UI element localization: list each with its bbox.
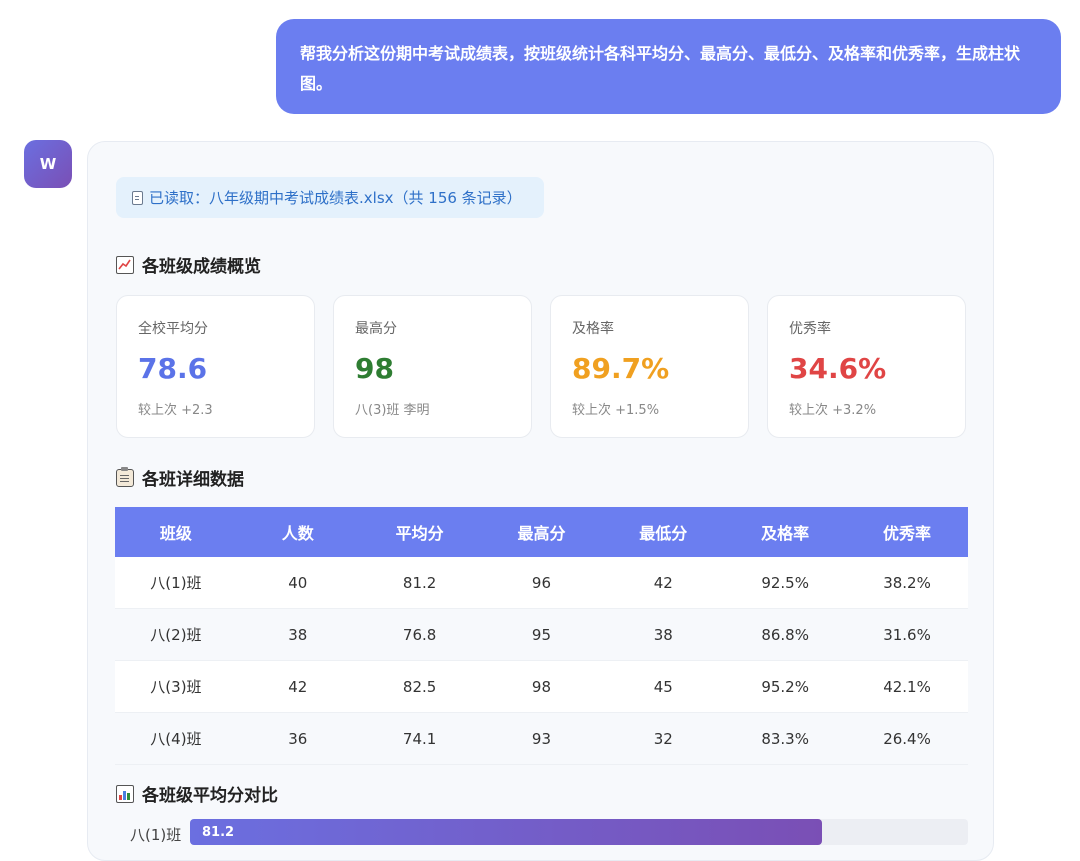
table-cell: 36 — [236, 712, 359, 765]
stat-value: 34.6% — [789, 352, 887, 385]
table-cell: 38 — [602, 608, 725, 661]
bar-category-label: 八(1)班 — [130, 826, 182, 844]
table-cell: 83.3% — [724, 712, 847, 765]
class-detail-table: 班级 人数 平均分 最高分 最低分 及格率 优秀率 八(1)班 40 81.2 … — [115, 507, 968, 765]
document-icon — [132, 190, 143, 205]
table-cell: 40 — [236, 557, 359, 609]
bar-track: 81.2 — [190, 819, 968, 845]
table-cell: 八(4)班 — [115, 712, 237, 765]
detail-title-text: 各班详细数据 — [142, 470, 244, 490]
table-row: 八(1)班 40 81.2 96 42 92.5% 38.2% — [115, 557, 968, 609]
stat-label: 全校平均分 — [138, 321, 208, 337]
table-row: 八(4)班 36 74.1 93 32 83.3% 26.4% — [115, 712, 968, 765]
table-row: 八(3)班 42 82.5 98 45 95.2% 42.1% — [115, 660, 968, 713]
table-cell: 92.5% — [724, 557, 847, 609]
overview-title-text: 各班级成绩概览 — [142, 257, 261, 277]
stat-card-highest-score: 最高分 98 八(3)班 李明 — [333, 295, 532, 438]
table-cell: 42 — [236, 660, 359, 713]
table-header-cell: 及格率 — [724, 507, 847, 557]
stat-label: 及格率 — [572, 321, 614, 337]
table-cell: 42.1% — [846, 660, 968, 713]
table-cell: 38.2% — [846, 557, 968, 609]
table-cell: 74.1 — [358, 712, 481, 765]
stat-value: 78.6 — [138, 352, 208, 385]
table-cell: 45 — [602, 660, 725, 713]
table-cell: 95.2% — [724, 660, 847, 713]
detail-section-title: 各班详细数据 — [116, 465, 244, 490]
table-cell: 42 — [602, 557, 725, 609]
stat-card-excellence-rate: 优秀率 34.6% 较上次 +3.2% — [767, 295, 966, 438]
stat-value: 98 — [355, 352, 394, 385]
table-cell: 32 — [602, 712, 725, 765]
stat-subtext: 较上次 +3.2% — [789, 403, 877, 418]
chart-section-title: 各班级平均分对比 — [116, 781, 278, 806]
bar-value-label: 81.2 — [202, 825, 235, 840]
user-message-bubble: 帮我分析这份期中考试成绩表，按班级统计各科平均分、最高分、最低分、及格率和优秀率… — [276, 19, 1061, 114]
table-cell: 98 — [480, 660, 603, 713]
table-cell: 76.8 — [358, 608, 481, 661]
table-header-cell: 最高分 — [480, 507, 603, 557]
overview-section-title: 各班级成绩概览 — [116, 252, 261, 277]
table-cell: 95 — [480, 608, 603, 661]
table-cell: 96 — [480, 557, 603, 609]
stat-label: 优秀率 — [789, 321, 831, 337]
clipboard-icon — [116, 466, 134, 487]
table-cell: 86.8% — [724, 608, 847, 661]
stat-subtext: 八(3)班 李明 — [355, 403, 430, 418]
stat-card-pass-rate: 及格率 89.7% 较上次 +1.5% — [550, 295, 749, 438]
assistant-avatar: W — [24, 140, 72, 188]
table-cell: 81.2 — [358, 557, 481, 609]
table-cell: 38 — [236, 608, 359, 661]
table-cell: 八(1)班 — [115, 557, 237, 609]
table-cell: 26.4% — [846, 712, 968, 765]
table-header-row: 班级 人数 平均分 最高分 最低分 及格率 优秀率 — [115, 507, 968, 557]
table-header-cell: 平均分 — [358, 507, 481, 557]
table-header-cell: 人数 — [236, 507, 359, 557]
stat-card-school-average: 全校平均分 78.6 较上次 +2.3 — [116, 295, 315, 438]
table-header-cell: 班级 — [115, 507, 237, 557]
table-cell: 八(2)班 — [115, 608, 237, 661]
table-row: 八(2)班 38 76.8 95 38 86.8% 31.6% — [115, 608, 968, 661]
table-cell: 八(3)班 — [115, 660, 237, 713]
table-header-cell: 优秀率 — [846, 507, 968, 557]
table-header-cell: 最低分 — [602, 507, 725, 557]
stat-subtext: 较上次 +1.5% — [572, 403, 660, 418]
trend-chart-icon — [116, 255, 134, 274]
file-notice-text: 已读取：八年级期中考试成绩表.xlsx（共 156 条记录） — [149, 189, 522, 207]
chart-title-text: 各班级平均分对比 — [142, 786, 278, 806]
stat-subtext: 较上次 +2.3 — [138, 403, 213, 418]
file-read-notice: 已读取：八年级期中考试成绩表.xlsx（共 156 条记录） — [116, 177, 544, 218]
bar-chart-icon — [116, 784, 134, 803]
table-cell: 31.6% — [846, 608, 968, 661]
stat-value: 89.7% — [572, 352, 670, 385]
stat-label: 最高分 — [355, 321, 397, 337]
table-cell: 93 — [480, 712, 603, 765]
bar-fill: 81.2 — [190, 819, 822, 845]
table-cell: 82.5 — [358, 660, 481, 713]
